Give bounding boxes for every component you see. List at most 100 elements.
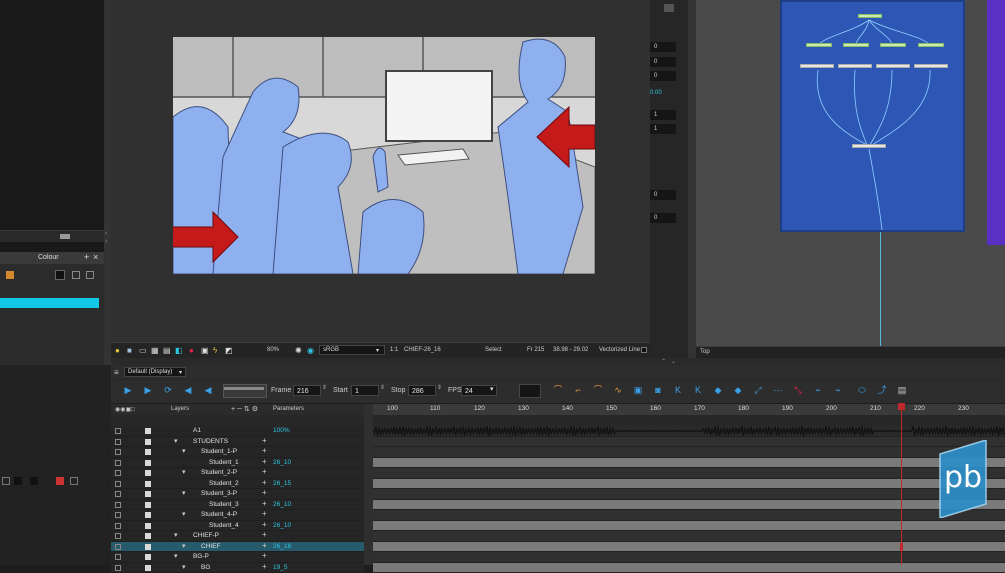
start-field[interactable]: 1 bbox=[351, 385, 379, 396]
add-parameter-icon[interactable]: + bbox=[262, 520, 267, 529]
camera-icon[interactable]: ■ bbox=[127, 346, 132, 355]
drawing-node[interactable] bbox=[838, 64, 872, 68]
property-field[interactable]: 0 bbox=[650, 213, 676, 223]
lightning-icon[interactable]: ϟ bbox=[213, 346, 217, 355]
mode-toggle[interactable] bbox=[641, 347, 647, 353]
layer-track[interactable] bbox=[373, 458, 1005, 469]
add-parameter-icon[interactable]: + bbox=[262, 446, 267, 455]
layer-row[interactable]: ▾CHIEF-P+ bbox=[111, 531, 364, 542]
safe-area-icon[interactable]: ▤ bbox=[163, 346, 171, 355]
layer-track[interactable] bbox=[373, 437, 1005, 448]
tool-icon[interactable] bbox=[2, 477, 10, 485]
layer-toggles-icon[interactable]: ◉◉▣□ bbox=[115, 406, 135, 413]
remove-keyframe-icon[interactable]: K bbox=[693, 385, 703, 395]
lock-icon[interactable]: ▣ bbox=[201, 346, 209, 355]
chevron-left-icon[interactable]: ‹ bbox=[105, 230, 107, 237]
layer-parameter[interactable]: 26_10 bbox=[273, 459, 291, 466]
chevron-right-icon[interactable]: › bbox=[105, 238, 107, 245]
color-chip-icon[interactable] bbox=[30, 477, 38, 485]
keyframe-icon[interactable]: ◆ bbox=[713, 385, 723, 395]
add-parameter-icon[interactable]: + bbox=[262, 488, 267, 497]
expand-chevron-icon[interactable]: ▾ bbox=[182, 510, 186, 518]
layer-row[interactable]: Student_4+26_10 bbox=[111, 521, 364, 532]
add-parameter-icon[interactable]: + bbox=[262, 551, 267, 560]
layer-color-box[interactable] bbox=[145, 512, 151, 518]
start-stepper-icon[interactable]: ⇕ bbox=[380, 384, 385, 391]
add-parameter-icon[interactable]: + bbox=[262, 457, 267, 466]
frame-ruler[interactable]: 100 110 120 130 140 150 160 170 180 190 … bbox=[373, 404, 1005, 415]
panel-splitter[interactable] bbox=[688, 0, 696, 358]
layer-color-box[interactable] bbox=[145, 481, 151, 487]
layer-color-box[interactable] bbox=[145, 428, 151, 434]
expand-chevron-icon[interactable]: ▾ bbox=[174, 437, 178, 445]
layer-color-box[interactable] bbox=[145, 439, 151, 445]
play-icon[interactable]: ▶ bbox=[123, 385, 133, 395]
scroll-thumb[interactable] bbox=[60, 234, 70, 239]
expand-chevron-icon[interactable]: ▾ bbox=[174, 552, 178, 560]
layer-track[interactable] bbox=[373, 542, 1005, 553]
add-parameter-icon[interactable]: + bbox=[262, 467, 267, 476]
stop-motion-icon[interactable]: ⌐ bbox=[573, 385, 583, 395]
layer-parameter[interactable]: 100% bbox=[273, 427, 290, 434]
layer-color-box[interactable] bbox=[145, 554, 151, 560]
add-keyframe-icon[interactable]: K bbox=[673, 385, 683, 395]
swatch-mode-icon[interactable] bbox=[55, 270, 65, 280]
volume-slider[interactable] bbox=[223, 384, 267, 398]
layer-track[interactable] bbox=[373, 489, 1005, 500]
color-chip-icon[interactable] bbox=[14, 477, 22, 485]
record-icon[interactable]: ● bbox=[189, 346, 194, 355]
horizontal-splitter[interactable]: ⌃ ⌄ bbox=[111, 358, 1005, 366]
layer-color-box[interactable] bbox=[145, 491, 151, 497]
keyframe-icon[interactable]: ◆ bbox=[733, 385, 743, 395]
lightbulb-icon[interactable]: ● bbox=[115, 346, 120, 355]
brush-icon[interactable] bbox=[72, 271, 80, 279]
expand-chevron-icon[interactable]: ▾ bbox=[174, 531, 178, 539]
visibility-toggle[interactable] bbox=[115, 502, 121, 508]
add-parameter-icon[interactable]: + bbox=[262, 541, 267, 550]
layer-row[interactable]: ▾Student_3-P+ bbox=[111, 489, 364, 500]
interpolate-icon[interactable]: ⤢ bbox=[753, 385, 763, 395]
visibility-toggle[interactable] bbox=[115, 554, 121, 560]
stop-stepper-icon[interactable]: ⇕ bbox=[437, 384, 442, 391]
filmstrip-icon[interactable]: ▤ bbox=[897, 385, 907, 395]
add-parameter-icon[interactable]: + bbox=[262, 509, 267, 518]
add-parameter-icon[interactable]: + bbox=[262, 478, 267, 487]
record-icon[interactable]: ⤡ bbox=[793, 385, 803, 395]
layer-color-box[interactable] bbox=[145, 470, 151, 476]
expand-chevron-icon[interactable]: ▾ bbox=[182, 563, 186, 571]
layer-track[interactable] bbox=[373, 447, 1005, 458]
sound-scrub-icon[interactable]: ◀ bbox=[203, 385, 213, 395]
layer-row[interactable]: Student_3+26_10 bbox=[111, 500, 364, 511]
frame-stepper-icon[interactable]: ⇕ bbox=[322, 384, 327, 391]
layer-row[interactable]: ▾Student_4-P+ bbox=[111, 510, 364, 521]
layer-color-box[interactable] bbox=[145, 460, 151, 466]
layer-color-box[interactable] bbox=[145, 565, 151, 571]
layer-track[interactable] bbox=[373, 426, 1005, 437]
render-icon[interactable]: ◩ bbox=[225, 346, 233, 355]
expand-chevron-icon[interactable]: ▾ bbox=[182, 447, 186, 455]
expand-chevron-icon[interactable]: ▾ bbox=[182, 542, 186, 550]
tool-icon[interactable] bbox=[70, 477, 78, 485]
grid-icon[interactable]: ▦ bbox=[151, 346, 159, 355]
playhead-line[interactable] bbox=[901, 404, 902, 565]
settings-icon[interactable]: ✺ bbox=[295, 346, 302, 355]
add-parameter-icon[interactable]: + bbox=[262, 499, 267, 508]
composite-node[interactable] bbox=[858, 14, 882, 18]
visibility-toggle[interactable] bbox=[115, 481, 121, 487]
expand-chevron-icon[interactable]: ▾ bbox=[182, 468, 186, 476]
drawing-node[interactable] bbox=[800, 64, 834, 68]
add-parameter-icon[interactable]: + bbox=[262, 436, 267, 445]
layer-track[interactable] bbox=[373, 479, 1005, 490]
visibility-toggle[interactable] bbox=[115, 565, 121, 571]
chevron-down-icon[interactable]: ⌄ bbox=[671, 358, 676, 365]
timeline-splitter[interactable] bbox=[364, 404, 373, 565]
layer-track[interactable] bbox=[373, 552, 1005, 563]
color-wheel-icon[interactable]: ◉ bbox=[307, 346, 314, 355]
layer-parameter[interactable]: 26_15 bbox=[273, 480, 291, 487]
layer-parameter[interactable]: 26_16 bbox=[273, 543, 291, 550]
property-field[interactable]: 0 bbox=[650, 190, 676, 200]
peg-node[interactable] bbox=[843, 43, 869, 47]
left-scrollbar[interactable] bbox=[0, 230, 104, 242]
visibility-toggle[interactable] bbox=[115, 449, 121, 455]
frame-field[interactable]: 216 bbox=[293, 385, 321, 396]
